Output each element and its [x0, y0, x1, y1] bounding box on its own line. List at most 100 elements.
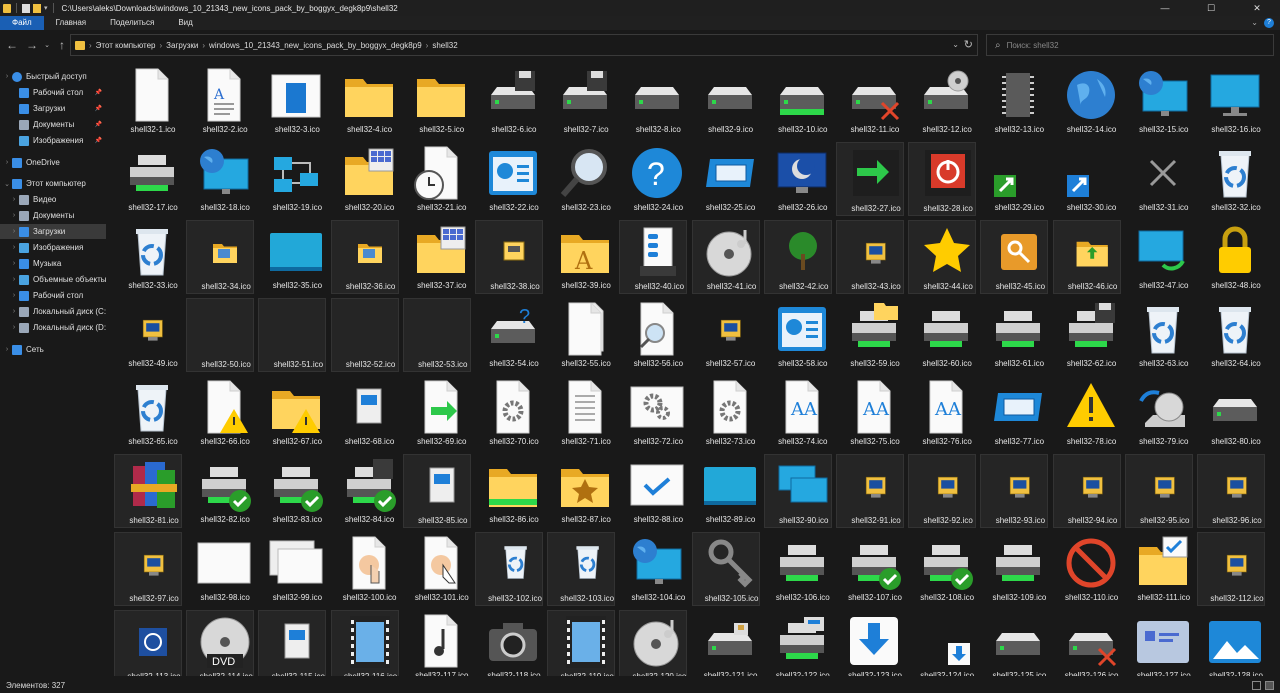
tab-file[interactable]: Файл	[0, 16, 44, 30]
file-item[interactable]: shell32-16.ico	[1197, 64, 1265, 138]
close-button[interactable]: ✕	[1234, 0, 1280, 16]
file-item[interactable]: shell32-56.ico	[619, 298, 687, 372]
chevron-down-icon[interactable]: ⌄	[952, 40, 959, 49]
tab-share[interactable]: Поделиться	[98, 16, 166, 30]
file-item[interactable]: shell32-88.ico	[619, 454, 687, 528]
file-item[interactable]: shell32-72.ico	[619, 376, 687, 450]
breadcrumb-shell32[interactable]: shell32	[432, 41, 457, 50]
file-item[interactable]: shell32-49.ico	[114, 298, 182, 372]
sidebar-item[interactable]: › OneDrive	[0, 155, 106, 170]
file-item[interactable]: shell32-28.ico	[908, 142, 977, 216]
file-item[interactable]: shell32-61.ico	[980, 298, 1048, 372]
file-item[interactable]: shell32-23.ico	[547, 142, 615, 216]
file-item[interactable]: shell32-63.ico	[1125, 298, 1193, 372]
file-item[interactable]: shell32-124.ico	[908, 610, 976, 676]
file-item[interactable]: shell32-79.ico	[1125, 376, 1193, 450]
file-item[interactable]: shell32-7.ico	[547, 64, 615, 138]
file-item[interactable]: shell32-47.ico	[1125, 220, 1193, 294]
file-item[interactable]: shell32-80.ico	[1197, 376, 1265, 450]
sidebar-item[interactable]: ⌄ Этот компьютер	[0, 176, 106, 191]
maximize-button[interactable]: ☐	[1188, 0, 1234, 16]
expand-chevron-icon[interactable]: ›	[2, 159, 12, 166]
file-item[interactable]: shell32-67.ico	[258, 376, 326, 450]
file-item[interactable]: shell32-97.ico	[114, 532, 182, 606]
file-item[interactable]: shell32-4.ico	[331, 64, 399, 138]
file-item[interactable]: shell32-64.ico	[1197, 298, 1265, 372]
file-item[interactable]: shell32-78.ico	[1053, 376, 1121, 450]
file-item[interactable]: shell32-87.ico	[547, 454, 615, 528]
file-item[interactable]: shell32-70.ico	[475, 376, 543, 450]
back-button[interactable]: ←	[2, 35, 22, 55]
file-item[interactable]: shell32-82.ico	[186, 454, 254, 528]
file-item[interactable]: shell32-8.ico	[619, 64, 687, 138]
sidebar-item[interactable]: › Локальный диск (D:)	[0, 320, 106, 335]
file-item[interactable]: shell32-99.ico	[258, 532, 326, 606]
file-item[interactable]: shell32-68.ico	[331, 376, 399, 450]
breadcrumb-pack[interactable]: windows_10_21343_new_icons_pack_by_boggy…	[209, 41, 422, 50]
file-item[interactable]: shell32-30.ico	[1053, 142, 1121, 216]
file-item[interactable]: shell32-34.ico	[186, 220, 255, 294]
file-item[interactable]: shell32-26.ico	[764, 142, 832, 216]
recent-locations-button[interactable]: ⌄	[42, 35, 52, 55]
file-item[interactable]: shell32-42.ico	[763, 220, 832, 294]
address-bar[interactable]: › Этот компьютер › Загрузки › windows_10…	[70, 34, 978, 56]
file-item[interactable]: shell32-12.ico	[908, 64, 976, 138]
large-icons-view-icon[interactable]	[1265, 681, 1274, 690]
file-item[interactable]: shell32-89.ico	[692, 454, 760, 528]
file-item[interactable]: shell32-45.ico	[980, 220, 1049, 294]
file-item[interactable]: shell32-35.ico	[258, 220, 326, 294]
file-item[interactable]: shell32-77.ico	[980, 376, 1048, 450]
file-item[interactable]: shell32-83.ico	[258, 454, 326, 528]
file-item[interactable]: shell32-108.ico	[908, 532, 976, 606]
file-item[interactable]: shell32-117.ico	[403, 610, 471, 676]
file-item[interactable]: shell32-104.ico	[619, 532, 687, 606]
file-item[interactable]: shell32-37.ico	[403, 220, 471, 294]
file-item[interactable]: shell32-36.ico	[330, 220, 399, 294]
expand-chevron-icon[interactable]: ›	[9, 196, 19, 203]
file-item[interactable]: shell32-91.ico	[836, 454, 904, 528]
details-view-icon[interactable]	[1252, 681, 1261, 690]
file-item[interactable]: AA shell32-76.ico	[908, 376, 976, 450]
file-item[interactable]: shell32-106.ico	[764, 532, 832, 606]
file-item[interactable]: shell32-13.ico	[980, 64, 1048, 138]
file-item[interactable]: ? shell32-24.ico	[619, 142, 687, 216]
file-item[interactable]: shell32-102.ico	[475, 532, 543, 606]
expand-chevron-icon[interactable]: ›	[2, 346, 12, 353]
sidebar-item[interactable]: › Быстрый доступ	[0, 69, 106, 84]
expand-chevron-icon[interactable]: ›	[9, 276, 19, 283]
expand-chevron-icon[interactable]: ›	[9, 244, 19, 251]
file-item[interactable]: shell32-40.ico	[619, 220, 688, 294]
up-button[interactable]: ↑	[52, 35, 72, 55]
file-item[interactable]: shell32-95.ico	[1124, 454, 1193, 528]
properties-icon[interactable]	[22, 3, 30, 13]
file-item[interactable]: shell32-9.ico	[692, 64, 760, 138]
file-item[interactable]: AA shell32-74.ico	[764, 376, 832, 450]
expand-chevron-icon[interactable]: ›	[2, 73, 12, 80]
sidebar-item[interactable]: › Музыка	[0, 256, 106, 271]
sidebar-item[interactable]: › Объемные объекты	[0, 272, 106, 287]
file-item[interactable]: shell32-98.ico	[186, 532, 254, 606]
file-item[interactable]: shell32-48.ico	[1197, 220, 1265, 294]
sidebar-item[interactable]: Загрузки 📌	[0, 101, 106, 116]
file-item[interactable]: shell32-126.ico	[1053, 610, 1121, 676]
file-item[interactable]: shell32-93.ico	[980, 454, 1049, 528]
file-item[interactable]: shell32-41.ico	[691, 220, 760, 294]
file-item[interactable]: shell32-52.ico	[330, 298, 399, 372]
file-item[interactable]: shell32-17.ico	[114, 142, 182, 216]
tab-view[interactable]: Вид	[166, 16, 204, 30]
file-item[interactable]: shell32-86.ico	[475, 454, 543, 528]
search-input[interactable]: Поиск: shell32	[1007, 41, 1059, 50]
file-item[interactable]: shell32-43.ico	[836, 220, 904, 294]
file-item[interactable]: shell32-112.ico	[1197, 532, 1265, 606]
tab-home[interactable]: Главная	[44, 16, 98, 30]
file-item[interactable]: shell32-119.ico	[547, 610, 616, 676]
refresh-icon[interactable]: ↻	[964, 38, 973, 51]
file-item[interactable]: shell32-101.ico	[403, 532, 471, 606]
new-folder-icon[interactable]	[33, 3, 41, 13]
help-icon[interactable]: ?	[1264, 18, 1274, 28]
file-item[interactable]: shell32-59.ico	[836, 298, 904, 372]
file-item[interactable]: shell32-27.ico	[836, 142, 904, 216]
file-item[interactable]: shell32-111.ico	[1125, 532, 1193, 606]
file-item[interactable]: Ashell32-39.ico	[547, 220, 615, 294]
file-item[interactable]: Ashell32-2.ico	[186, 64, 254, 138]
